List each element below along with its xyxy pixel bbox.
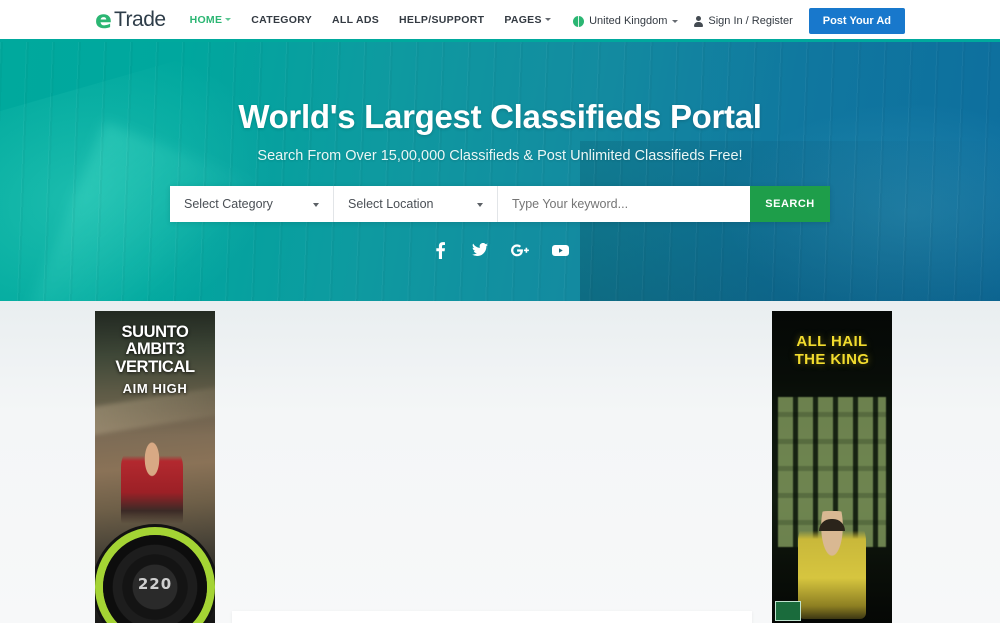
google-plus-icon[interactable] [510,241,530,259]
country-selector[interactable]: United Kingdom [573,15,679,27]
nav-item-pages-label: PAGES [504,13,542,26]
banner-decoration [121,439,183,531]
keyword-search-input[interactable] [498,186,750,223]
left-banner-text: SUUNTO AMBIT3 VERTICAL AIM HIGH [95,323,215,397]
post-your-ad-button[interactable]: Post Your Ad [808,8,905,34]
right-banner-line2: THE KING [794,351,870,368]
main-menu: HOME CATEGORY ALL ADS HELP/SUPPORT PAGES [190,14,551,26]
social-links [0,241,1000,259]
chevron-down-icon [225,18,232,21]
banner-decoration [819,519,845,531]
chevron-down-icon [544,18,551,21]
chevron-down-icon [477,202,483,207]
country-selector-label: United Kingdom [589,15,668,27]
left-banner-tagline: AIM HIGH [122,381,188,397]
top-navigation-bar: e Trade HOME CATEGORY ALL ADS HELP/SUPPO… [0,0,1000,42]
youtube-icon[interactable] [550,241,570,259]
left-banner-line1: SUUNTO [121,323,189,341]
right-banner-text: ALL HAIL THE KING [772,333,892,369]
banner-decoration [775,601,801,621]
chevron-down-icon [672,19,679,23]
watch-reading: 220 [137,575,173,593]
nav-item-home-label: HOME [189,13,223,26]
logo-text: Trade [113,7,166,31]
twitter-icon[interactable] [470,241,490,259]
right-banner-line1: ALL HAIL [796,333,868,350]
user-icon [694,15,704,27]
left-banner-line3: VERTICAL [115,357,195,376]
category-select[interactable]: Select Category [170,186,334,223]
nav-item-help-support[interactable]: HELP/SUPPORT [399,14,484,26]
hero-content: World's Largest Classifieds Portal Searc… [0,42,1000,164]
facebook-icon[interactable] [430,241,450,259]
nav-item-all-ads[interactable]: ALL ADS [332,14,379,26]
hero-title: World's Largest Classifieds Portal [238,98,762,135]
main-content: 220 SUUNTO AMBIT3 VERTICAL AIM HIGH ALL … [0,301,1000,623]
chevron-down-icon [313,202,319,207]
category-grid: Books & Magazines (1) Cars & Vehicles (9… [232,611,752,623]
nav-item-all-ads-label: ALL ADS [332,13,380,26]
sign-in-register-link[interactable]: Sign In / Register [694,15,793,27]
nav-item-pages[interactable]: PAGES [504,13,551,26]
sign-in-register-label: Sign In / Register [708,15,793,27]
right-advertisement-banner[interactable]: ALL HAIL THE KING [772,311,892,623]
search-bar: Select Category Select Location SEARCH [170,186,830,223]
logo-e-icon: e [95,5,112,34]
nav-item-help-support-label: HELP/SUPPORT [399,13,485,26]
location-select-value: Select Location [348,197,434,212]
banner-decoration [798,511,866,619]
left-advertisement-banner[interactable]: 220 SUUNTO AMBIT3 VERTICAL AIM HIGH [95,311,215,623]
header-utilities: United Kingdom Sign In / Register Post Y… [573,0,905,42]
globe-icon [573,15,585,27]
category-select-value: Select Category [184,197,273,212]
nav-item-home[interactable]: HOME [190,14,232,26]
left-banner-line2: AMBIT3 [125,340,185,359]
category-grid-card: Books & Magazines (1) Cars & Vehicles (9… [232,611,752,623]
search-button[interactable]: SEARCH [750,186,830,223]
hero-banner: World's Largest Classifieds Portal Searc… [0,42,1000,301]
nav-item-category[interactable]: CATEGORY [251,14,312,26]
site-logo[interactable]: e Trade [95,7,166,32]
location-select[interactable]: Select Location [334,186,498,223]
nav-item-category-label: CATEGORY [251,13,312,26]
hero-subtitle: Search From Over 15,00,000 Classifieds &… [257,148,743,165]
